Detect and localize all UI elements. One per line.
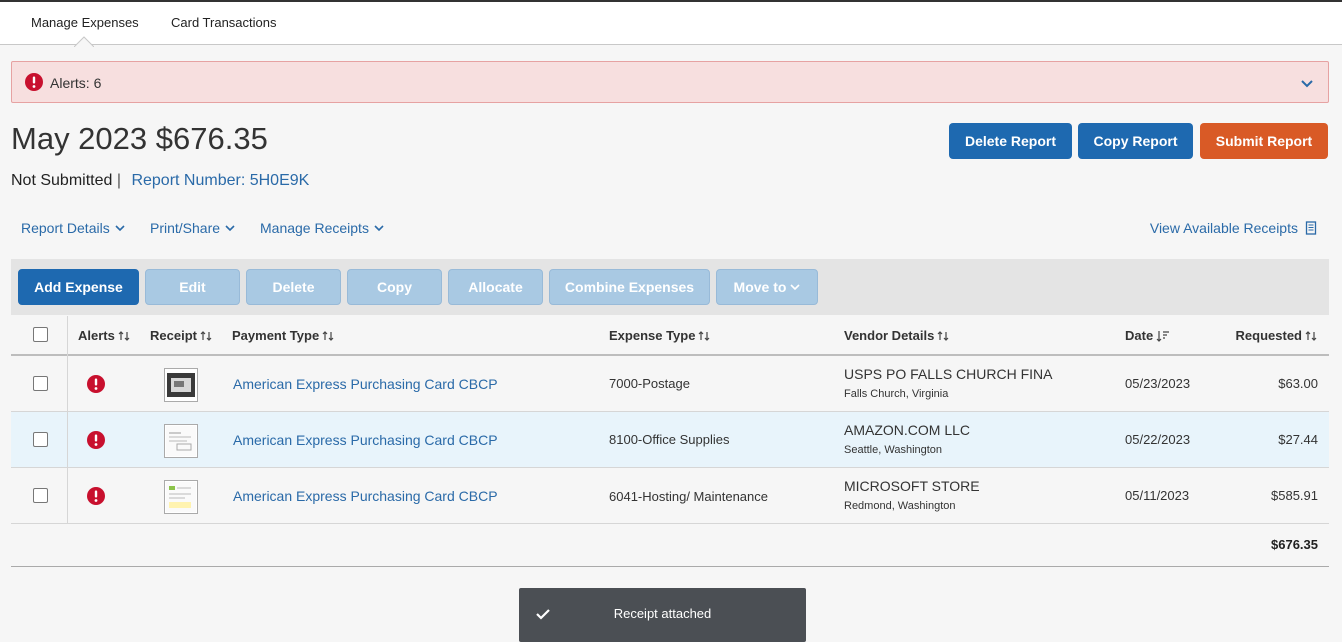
receipt-document-icon bbox=[166, 426, 196, 456]
receipt-document-icon bbox=[166, 482, 196, 512]
active-tab-caret-icon bbox=[74, 36, 94, 47]
tab-manage-expenses[interactable]: Manage Expenses bbox=[31, 15, 139, 30]
column-divider bbox=[67, 316, 68, 524]
delete-button[interactable]: Delete bbox=[246, 269, 341, 305]
report-number[interactable]: Report Number: 5H0E9K bbox=[131, 172, 309, 189]
chevron-down-icon bbox=[225, 225, 235, 232]
col-payment-type[interactable]: Payment Type bbox=[232, 328, 334, 343]
expense-type: 8100-Office Supplies bbox=[609, 432, 730, 447]
select-all-checkbox[interactable] bbox=[33, 327, 48, 342]
toast-message: Receipt attached bbox=[613, 606, 712, 621]
print-share-menu[interactable]: Print/Share bbox=[150, 220, 235, 236]
delete-report-button[interactable]: Delete Report bbox=[949, 123, 1072, 159]
sort-icon bbox=[200, 330, 212, 341]
view-available-receipts-link[interactable]: View Available Receipts bbox=[1150, 220, 1317, 236]
col-expense-type[interactable]: Expense Type bbox=[609, 328, 710, 343]
alerts-bar[interactable]: Alerts: 6 bbox=[11, 61, 1329, 103]
print-share-label: Print/Share bbox=[150, 220, 221, 236]
expense-date: 05/11/2023 bbox=[1125, 488, 1190, 503]
expense-type: 7000-Postage bbox=[609, 376, 690, 391]
payment-type-link[interactable]: American Express Purchasing Card CBCP bbox=[233, 376, 498, 392]
add-expense-button[interactable]: Add Expense bbox=[18, 269, 139, 305]
col-receipt[interactable]: Receipt bbox=[150, 328, 212, 343]
total-divider bbox=[11, 566, 1329, 567]
payment-type-link[interactable]: American Express Purchasing Card CBCP bbox=[233, 432, 498, 448]
col-vendor-details[interactable]: Vendor Details bbox=[844, 328, 949, 343]
alert-icon[interactable] bbox=[87, 375, 105, 393]
chevron-down-icon bbox=[115, 225, 125, 232]
move-to-label: Move to bbox=[733, 279, 787, 295]
report-details-label: Report Details bbox=[21, 220, 110, 236]
chevron-down-icon bbox=[790, 284, 801, 291]
report-details-menu[interactable]: Report Details bbox=[21, 220, 125, 236]
view-receipts-label: View Available Receipts bbox=[1149, 220, 1298, 236]
toast-notification: Receipt attached bbox=[519, 588, 806, 642]
table-row[interactable]: American Express Purchasing Card CBCP 60… bbox=[11, 468, 1329, 524]
allocate-button[interactable]: Allocate bbox=[448, 269, 543, 305]
separator: | bbox=[116, 172, 121, 189]
col-label: Expense Type bbox=[609, 328, 696, 343]
row-checkbox[interactable] bbox=[33, 376, 48, 391]
table-row[interactable]: American Express Purchasing Card CBCP 81… bbox=[11, 412, 1329, 468]
alert-icon bbox=[25, 73, 43, 91]
report-total: $676.35 bbox=[1271, 537, 1318, 552]
expense-amount: $27.44 bbox=[1278, 432, 1318, 447]
sort-descending-icon bbox=[1156, 330, 1170, 342]
col-label: Date bbox=[1125, 328, 1154, 343]
report-subline: Not Submitted | Report Number: 5H0E9K bbox=[11, 172, 309, 190]
copy-report-button[interactable]: Copy Report bbox=[1078, 123, 1193, 159]
top-nav: Manage Expenses Card Transactions bbox=[0, 0, 1342, 47]
tab-card-transactions[interactable]: Card Transactions bbox=[171, 15, 277, 30]
col-label: Receipt bbox=[150, 328, 197, 343]
col-label: Alerts bbox=[78, 328, 115, 343]
expense-type: 6041-Hosting/ Maintenance bbox=[609, 489, 768, 504]
table-row[interactable]: American Express Purchasing Card CBCP 70… bbox=[11, 356, 1329, 412]
sort-icon bbox=[699, 330, 710, 341]
report-title: May 2023 $676.35 bbox=[11, 121, 268, 156]
vendor-location: Redmond, Washington bbox=[844, 500, 956, 512]
combine-expenses-button[interactable]: Combine Expenses bbox=[549, 269, 710, 305]
receipt-thumbnail[interactable] bbox=[164, 368, 198, 402]
receipt-thumbnail[interactable] bbox=[164, 480, 198, 514]
sort-icon bbox=[322, 330, 334, 341]
submit-report-button[interactable]: Submit Report bbox=[1200, 123, 1328, 159]
col-label: Payment Type bbox=[232, 328, 320, 343]
vendor-name: AMAZON.COM LLC bbox=[844, 422, 971, 438]
manage-receipts-label: Manage Receipts bbox=[260, 220, 369, 236]
table-header: Alerts Receipt Payment Type Expense Type… bbox=[11, 316, 1329, 356]
receipt-image-icon bbox=[167, 373, 195, 397]
alert-icon[interactable] bbox=[87, 431, 105, 449]
vendor-location: Falls Church, Virginia bbox=[844, 388, 949, 400]
row-checkbox[interactable] bbox=[33, 432, 48, 447]
expense-date: 05/23/2023 bbox=[1125, 376, 1191, 391]
manage-receipts-menu[interactable]: Manage Receipts bbox=[260, 220, 384, 236]
expense-date: 05/22/2023 bbox=[1125, 432, 1191, 447]
col-alerts[interactable]: Alerts bbox=[78, 328, 130, 343]
receipt-icon bbox=[1305, 221, 1317, 235]
expense-toolbar: Add Expense Edit Delete Copy Allocate Co… bbox=[11, 259, 1329, 315]
move-to-button[interactable]: Move to bbox=[716, 269, 818, 305]
edit-button[interactable]: Edit bbox=[145, 269, 240, 305]
vendor-name: USPS PO FALLS CHURCH FINA bbox=[844, 366, 1053, 382]
col-date[interactable]: Date bbox=[1125, 328, 1170, 343]
report-status: Not Submitted bbox=[11, 172, 113, 189]
sort-icon bbox=[937, 330, 949, 341]
alerts-label: Alerts: 6 bbox=[50, 75, 102, 91]
vendor-name: MICROSOFT STORE bbox=[844, 478, 980, 494]
alert-icon[interactable] bbox=[87, 487, 105, 505]
col-label: Vendor Details bbox=[844, 328, 935, 343]
chevron-down-icon[interactable] bbox=[1300, 76, 1314, 90]
expense-amount: $585.91 bbox=[1271, 488, 1318, 503]
vendor-location: Seattle, Washington bbox=[844, 444, 943, 456]
receipt-thumbnail[interactable] bbox=[164, 424, 198, 458]
sort-icon bbox=[1305, 330, 1317, 341]
expense-amount: $63.00 bbox=[1278, 376, 1318, 391]
chevron-down-icon bbox=[374, 225, 384, 232]
col-requested[interactable]: Requested bbox=[1236, 328, 1317, 343]
payment-type-link[interactable]: American Express Purchasing Card CBCP bbox=[233, 488, 498, 504]
sort-icon bbox=[118, 330, 130, 341]
row-checkbox[interactable] bbox=[33, 488, 48, 503]
copy-button[interactable]: Copy bbox=[347, 269, 442, 305]
col-label: Requested bbox=[1235, 328, 1302, 343]
